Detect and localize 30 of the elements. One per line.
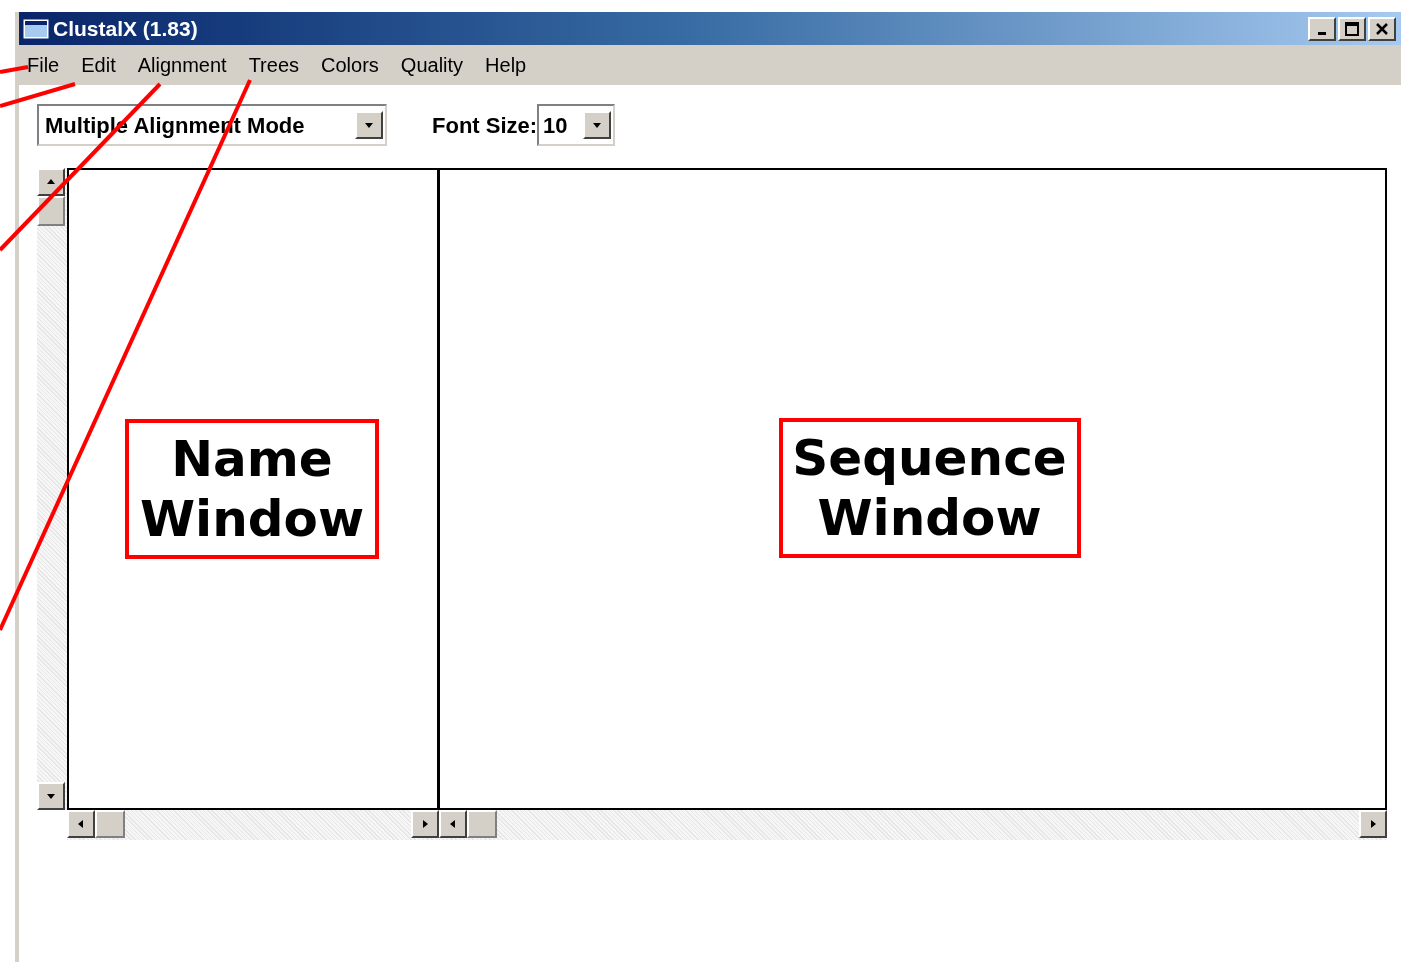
annotation-label: Sequence Window xyxy=(778,418,1081,558)
close-button[interactable] xyxy=(1368,16,1396,41)
maximize-button[interactable] xyxy=(1338,16,1366,41)
scroll-up-button[interactable] xyxy=(37,168,65,196)
scroll-down-button[interactable] xyxy=(37,782,65,810)
window-title: ClustalX (1.83) xyxy=(53,15,198,42)
menu-item[interactable]: Edit xyxy=(81,50,116,80)
minimize-button[interactable] xyxy=(1308,16,1336,41)
minimize-icon xyxy=(1318,31,1326,35)
menu-item[interactable]: Help xyxy=(485,50,527,80)
dropdown-button[interactable] xyxy=(355,111,383,139)
scroll-right-button[interactable] xyxy=(1359,810,1387,838)
menu-item[interactable]: Alignment xyxy=(137,50,227,80)
annotation-label: Name Window xyxy=(125,419,379,559)
menu-item[interactable]: File xyxy=(27,50,60,80)
window-icon xyxy=(23,18,49,39)
close-icon xyxy=(1375,21,1389,36)
font-size-dropdown[interactable]: 10 xyxy=(537,104,616,146)
menu-item[interactable]: Quality xyxy=(400,50,464,80)
scroll-thumb[interactable] xyxy=(467,810,497,838)
menu-item[interactable]: Trees xyxy=(248,50,300,80)
scroll-right-button[interactable] xyxy=(411,810,439,838)
maximize-icon xyxy=(1345,21,1359,36)
menu-item[interactable]: Colors xyxy=(321,50,379,80)
scroll-left-button[interactable] xyxy=(439,810,467,838)
annotation-line xyxy=(0,65,29,74)
scroll-thumb[interactable] xyxy=(95,810,125,838)
dropdown-button[interactable] xyxy=(583,111,612,139)
scroll-left-button[interactable] xyxy=(67,810,95,838)
font-size-label: Font Size: xyxy=(432,111,538,140)
